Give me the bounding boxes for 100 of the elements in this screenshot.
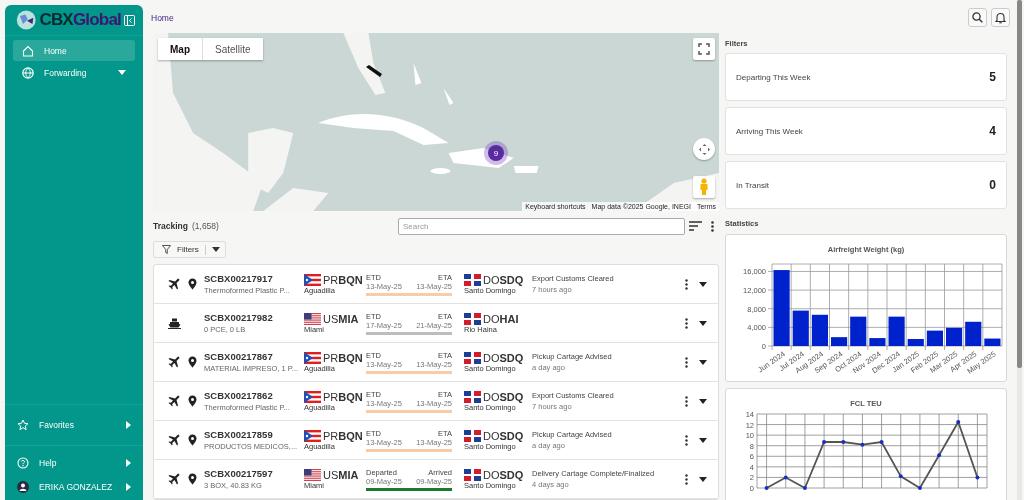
data-point	[956, 419, 961, 424]
bar	[907, 339, 924, 346]
bar	[850, 316, 867, 346]
airplane-icon	[168, 278, 180, 290]
data-point	[898, 474, 903, 479]
shipment-number[interactable]: SCBX00217982	[204, 312, 304, 323]
port-code: PRBQN	[323, 390, 363, 403]
shipment-number[interactable]: SCBX00217597	[204, 468, 304, 479]
bar	[831, 337, 848, 346]
location-pin-icon[interactable]	[187, 473, 197, 485]
globe-icon	[22, 66, 34, 79]
port-code: DOSDQ	[483, 273, 524, 286]
port-code: USMIA	[323, 468, 359, 481]
star-icon	[17, 419, 29, 431]
nav-item[interactable]: Forwarding	[13, 62, 135, 83]
data-point	[783, 475, 788, 480]
data-point	[937, 453, 942, 458]
data-point	[860, 442, 865, 447]
flag-icon	[304, 429, 321, 442]
shipment-number[interactable]: SCBX00217917	[204, 273, 304, 284]
filter-card[interactable]: Arriving This Week 4	[725, 107, 1007, 155]
flag-icon	[464, 429, 481, 442]
shipment-number[interactable]: SCBX00217859	[204, 429, 304, 440]
data-point	[917, 486, 922, 490]
collapse-sidebar-icon[interactable]	[124, 14, 135, 26]
map-type-tab[interactable]: Satellite	[203, 38, 263, 60]
airplane-icon	[168, 395, 180, 407]
bar	[869, 338, 886, 346]
flag-icon	[304, 312, 321, 325]
port-code: DOSDQ	[483, 429, 524, 442]
caret-right-icon	[126, 459, 131, 467]
bar	[984, 338, 1001, 346]
user-avatar-icon	[17, 481, 29, 493]
search-icon[interactable]	[968, 8, 987, 27]
user-menu-item[interactable]: ERIKA GONZALEZ	[13, 475, 135, 499]
flag-icon	[304, 390, 321, 403]
tracking-title: Tracking	[153, 221, 188, 231]
data-point	[822, 440, 827, 444]
data-point	[975, 475, 980, 480]
location-pin-icon[interactable]	[187, 356, 197, 368]
flag-icon	[464, 312, 481, 325]
filter-card[interactable]: Departing This Week 5	[725, 53, 1007, 101]
port-code: DOHAI	[483, 312, 519, 325]
logo-text: CBXGlobal	[39, 10, 121, 30]
bar	[965, 321, 982, 346]
caret-down-icon	[211, 247, 220, 252]
home-icon	[22, 44, 34, 57]
filter-count: 0	[989, 178, 996, 192]
flag-icon	[464, 468, 481, 481]
notification-bell-icon[interactable]	[991, 8, 1010, 27]
shipment-number[interactable]: SCBX00217862	[204, 390, 304, 401]
data-point	[879, 440, 884, 444]
sort-icon[interactable]	[688, 219, 702, 233]
ship-icon	[167, 317, 181, 329]
port-code: PRBQN	[323, 351, 363, 364]
nav-item[interactable]: Help	[13, 451, 135, 475]
flag-icon	[464, 390, 481, 403]
filter-label: In Transit	[736, 180, 769, 190]
nav-item[interactable]: Favorites	[5, 404, 143, 446]
scrollbar[interactable]	[1017, 0, 1022, 500]
location-pin-icon[interactable]	[187, 278, 197, 290]
filter-label: Arriving This Week	[736, 126, 803, 136]
breadcrumb[interactable]: Home	[151, 13, 719, 33]
filter-card[interactable]: In Transit 0	[725, 161, 1007, 209]
caret-right-icon	[126, 483, 131, 491]
flag-icon	[304, 273, 321, 286]
map-type-tab[interactable]: Map	[158, 38, 203, 60]
flag-icon	[304, 468, 321, 481]
port-code: PRBQN	[323, 429, 363, 442]
bar	[792, 310, 809, 346]
data-point	[802, 486, 807, 490]
airplane-icon	[168, 434, 180, 446]
caret-right-icon	[126, 421, 131, 429]
location-pin-icon[interactable]	[187, 395, 197, 407]
bar	[926, 330, 943, 346]
filter-count: 4	[989, 124, 996, 138]
flag-icon	[304, 351, 321, 364]
port-code: PRBQN	[323, 273, 363, 286]
port-code: USMIA	[323, 312, 359, 325]
data-point	[841, 440, 846, 444]
shipment-number[interactable]: SCBX00217867	[204, 351, 304, 362]
port-code: DOSDQ	[483, 351, 524, 364]
fullscreen-icon[interactable]	[693, 38, 715, 60]
port-code: DOSDQ	[483, 390, 524, 403]
filters-button[interactable]: Filters	[153, 241, 226, 258]
bar	[811, 314, 828, 346]
filter-label: Departing This Week	[736, 72, 811, 82]
flag-icon	[464, 273, 481, 286]
tracking-count: (1,658)	[191, 221, 219, 231]
location-pin-icon[interactable]	[187, 434, 197, 446]
flag-icon	[464, 351, 481, 364]
help-icon	[17, 457, 29, 469]
bar	[888, 316, 905, 346]
airplane-icon	[168, 473, 180, 485]
airplane-icon	[168, 356, 180, 368]
filter-count: 5	[989, 70, 996, 84]
data-point	[764, 486, 769, 490]
port-code: DOSDQ	[483, 468, 524, 481]
search-field[interactable]: Search	[398, 217, 685, 235]
filter-icon	[162, 245, 171, 254]
